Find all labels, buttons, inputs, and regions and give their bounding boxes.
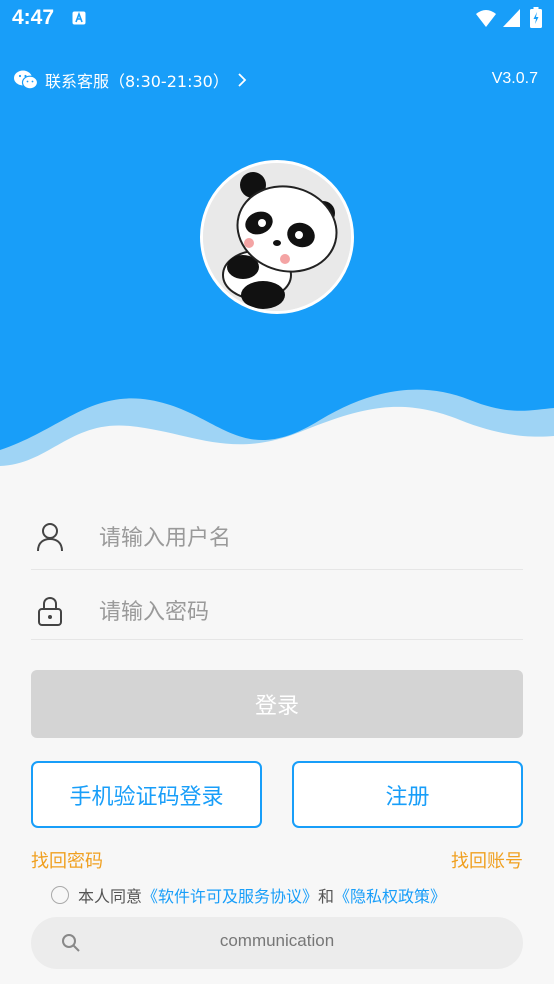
username-input[interactable] bbox=[99, 516, 509, 560]
customer-service-link[interactable]: 联系客服（8:30-21:30） bbox=[14, 66, 247, 94]
panda-icon bbox=[203, 163, 351, 311]
signal-icon bbox=[503, 9, 520, 27]
forgot-account-link[interactable]: 找回账号 bbox=[451, 847, 523, 873]
wave-decoration bbox=[0, 389, 554, 500]
sms-login-button[interactable]: 手机验证码登录 bbox=[31, 761, 262, 828]
search-text: communication bbox=[219, 931, 335, 950]
register-button[interactable]: 注册 bbox=[292, 761, 523, 828]
customer-service-text: 联系客服（8:30-21:30） bbox=[45, 72, 229, 91]
lock-icon bbox=[38, 596, 62, 626]
panda-avatar bbox=[200, 160, 354, 314]
login-button[interactable]: 登录 bbox=[31, 670, 523, 738]
user-icon bbox=[37, 523, 63, 552]
password-input[interactable] bbox=[99, 590, 509, 634]
status-time: 4:47 bbox=[12, 6, 55, 29]
wechat-icon bbox=[14, 70, 38, 90]
privacy-policy-link[interactable]: 《隐私权政策》 bbox=[334, 883, 446, 907]
status-bar: 4:47 bbox=[0, 0, 554, 36]
battery-icon bbox=[530, 7, 542, 28]
agreement-row: 本人同意 《软件许可及服务协议》 和 《隐私权政策》 bbox=[51, 882, 446, 908]
wifi-icon bbox=[476, 10, 496, 27]
password-row bbox=[31, 580, 523, 640]
app-version: V3.0.7 bbox=[491, 70, 538, 87]
username-row bbox=[31, 506, 523, 570]
notification-a-icon bbox=[72, 11, 86, 25]
agreement-prefix: 本人同意 bbox=[78, 887, 143, 906]
forgot-password-link[interactable]: 找回密码 bbox=[31, 847, 103, 873]
agreement-radio[interactable] bbox=[51, 886, 69, 904]
chevron-right-icon bbox=[238, 73, 247, 87]
agreement-and: 和 bbox=[318, 887, 335, 906]
license-agreement-link[interactable]: 《软件许可及服务协议》 bbox=[142, 883, 318, 907]
search-bar[interactable]: communication bbox=[31, 917, 523, 969]
